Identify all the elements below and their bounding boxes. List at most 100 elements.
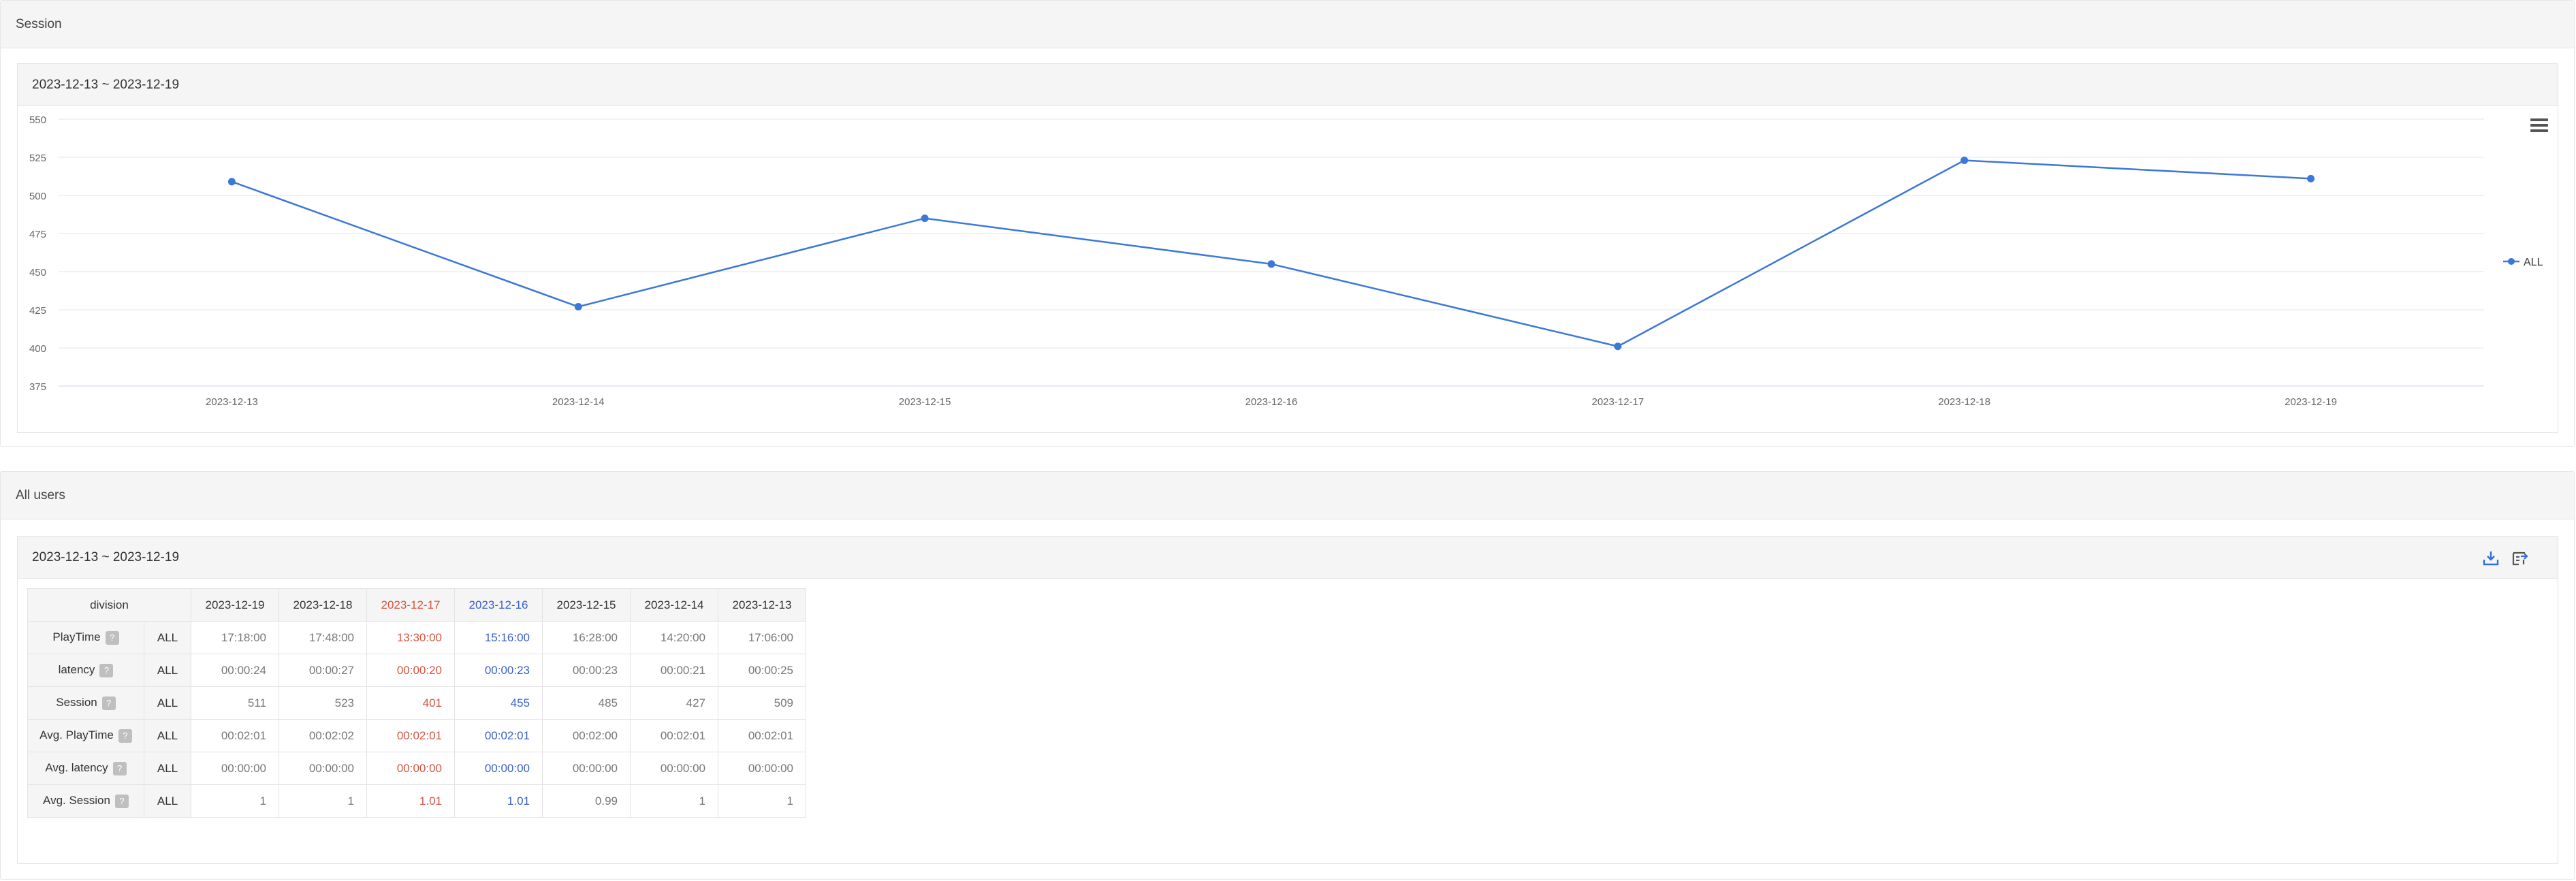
table-cell: 523 xyxy=(279,686,367,720)
table-row: PlayTime? ALL 17:18:00 17:48:00 13:30:00 15:1… xyxy=(27,621,806,654)
download-icon[interactable] xyxy=(2482,550,2500,566)
data-point xyxy=(921,214,929,223)
x-tick-label: 2023-12-14 xyxy=(552,396,605,408)
help-icon[interactable]: ? xyxy=(112,761,127,775)
table-cell: 00:00:00 xyxy=(630,752,718,785)
table-cell: 16:28:00 xyxy=(542,621,631,654)
series-line xyxy=(232,159,2311,348)
date-column-header: 2023-12-19 xyxy=(191,588,279,622)
y-tick-label: 425 xyxy=(29,305,46,317)
y-tick-label: 450 xyxy=(29,267,46,278)
table-cell: 17:18:00 xyxy=(191,621,279,654)
y-tick-label: 400 xyxy=(29,343,46,355)
y-tick-label: 475 xyxy=(29,229,46,240)
table-row: Avg. Session? ALL 1 1 1.01 1.01 0.99 1 1 xyxy=(27,784,806,818)
table-cell: 1 xyxy=(279,784,367,818)
data-point xyxy=(1614,342,1622,351)
table-cell: 00:02:00 xyxy=(542,719,631,752)
x-tick-label: 2023-12-19 xyxy=(2285,396,2337,408)
date-column-header: 2023-12-18 xyxy=(279,588,367,622)
row-group: ALL xyxy=(144,784,191,818)
table-cell: 00:00:00 xyxy=(366,752,455,785)
table-cell: 00:00:21 xyxy=(630,654,718,687)
row-label: Avg. latency? xyxy=(27,752,144,785)
table-cell: 00:00:00 xyxy=(542,752,631,785)
table-cell: 1 xyxy=(718,784,806,818)
y-tick-label: 525 xyxy=(29,153,46,164)
x-tick-label: 2023-12-17 xyxy=(1591,396,1644,408)
row-group: ALL xyxy=(144,686,191,720)
chart-menu-icon[interactable] xyxy=(2530,118,2548,133)
date-column-header: 2023-12-17 xyxy=(366,588,455,622)
x-tick-label: 2023-12-13 xyxy=(206,396,258,408)
table-cell: 00:00:24 xyxy=(191,654,279,687)
x-tick-label: 2023-12-18 xyxy=(1938,396,1990,408)
data-point xyxy=(574,303,582,311)
table-cell: 00:00:23 xyxy=(454,654,543,687)
chart-date-range: 2023-12-13 ~ 2023-12-19 xyxy=(18,64,2558,106)
table-cell: 00:02:01 xyxy=(630,719,718,752)
row-group: ALL xyxy=(144,621,191,654)
help-icon[interactable]: ? xyxy=(114,794,129,808)
table-row: latency? ALL 00:00:24 00:00:27 00:00:20 00:00… xyxy=(27,654,806,687)
row-label-text: latency xyxy=(58,663,95,677)
table-cell: 00:02:01 xyxy=(718,719,806,752)
row-group: ALL xyxy=(144,654,191,687)
table-cell: 485 xyxy=(542,686,631,720)
help-icon[interactable]: ? xyxy=(118,728,132,743)
help-icon[interactable]: ? xyxy=(105,630,119,645)
table-row: Avg. latency? ALL 00:00:00 00:00:00 00:00:00… xyxy=(27,752,806,785)
row-label: latency? xyxy=(27,654,144,687)
table-cell: 13:30:00 xyxy=(366,621,455,654)
table-cell: 509 xyxy=(718,686,806,720)
help-icon[interactable]: ? xyxy=(101,696,116,710)
all-users-panel-title: All users xyxy=(1,472,2574,519)
table-header-row: division 2023-12-19 2023-12-18 2023-12-17 2… xyxy=(27,588,806,622)
table-cell: 00:02:02 xyxy=(279,719,367,752)
table-cell: 00:02:01 xyxy=(454,719,543,752)
all-users-table-card: 2023-12-13 ~ 2023-12-19 division 2023-12… xyxy=(17,536,2558,864)
table-cell: 1 xyxy=(191,784,279,818)
row-label-text: Avg. Session xyxy=(43,794,110,807)
table-cell: 00:00:27 xyxy=(279,654,367,687)
row-label: Session? xyxy=(27,686,144,720)
data-point xyxy=(227,178,236,186)
session-panel: Session 2023-12-13 ~ 2023-12-19 375 400 42… xyxy=(0,0,2575,447)
table-row: Avg. PlayTime? ALL 00:02:01 00:02:02 00:02:0… xyxy=(27,719,806,752)
table-cell: 00:00:00 xyxy=(718,752,806,785)
division-header: division xyxy=(27,588,191,622)
table-cell: 00:02:01 xyxy=(366,719,455,752)
table-date-range: 2023-12-13 ~ 2023-12-19 xyxy=(18,536,2558,579)
all-users-table: division 2023-12-19 2023-12-18 2023-12-17 2… xyxy=(27,588,806,818)
row-label-text: Avg. PlayTime xyxy=(39,728,114,742)
x-tick-label: 2023-12-15 xyxy=(899,396,951,408)
table-cell: 1.01 xyxy=(454,784,543,818)
date-column-header: 2023-12-15 xyxy=(542,588,631,622)
session-panel-title: Session xyxy=(1,1,2574,48)
table-cell: 17:06:00 xyxy=(718,621,806,654)
table-cell: 00:00:23 xyxy=(542,654,631,687)
table-cell: 00:00:25 xyxy=(718,654,806,687)
legend-marker xyxy=(2508,258,2515,265)
all-users-panel: All users 2023-12-13 ~ 2023-12-19 divisi… xyxy=(0,471,2575,880)
table-cell: 1.01 xyxy=(366,784,455,818)
table-cell: 427 xyxy=(630,686,718,720)
table-cell: 455 xyxy=(454,686,543,720)
row-label: Avg. Session? xyxy=(27,784,144,818)
table-date-range-text: 2023-12-13 ~ 2023-12-19 xyxy=(32,550,180,564)
x-tick-label: 2023-12-16 xyxy=(1245,396,1298,408)
row-label: PlayTime? xyxy=(27,621,144,654)
date-column-header: 2023-12-13 xyxy=(718,588,806,622)
date-column-header: 2023-12-14 xyxy=(630,588,718,622)
table-cell: 511 xyxy=(191,686,279,720)
legend-label: ALL xyxy=(2524,257,2543,268)
table-cell: 00:00:20 xyxy=(366,654,455,687)
row-group: ALL xyxy=(144,719,191,752)
row-label-text: Session xyxy=(56,696,97,709)
help-icon[interactable]: ? xyxy=(99,663,114,677)
row-label-text: PlayTime xyxy=(52,630,101,644)
export-icon[interactable] xyxy=(2511,550,2529,566)
table-cell: 401 xyxy=(366,686,455,720)
data-point xyxy=(1960,156,1969,164)
data-point xyxy=(1267,260,1275,268)
